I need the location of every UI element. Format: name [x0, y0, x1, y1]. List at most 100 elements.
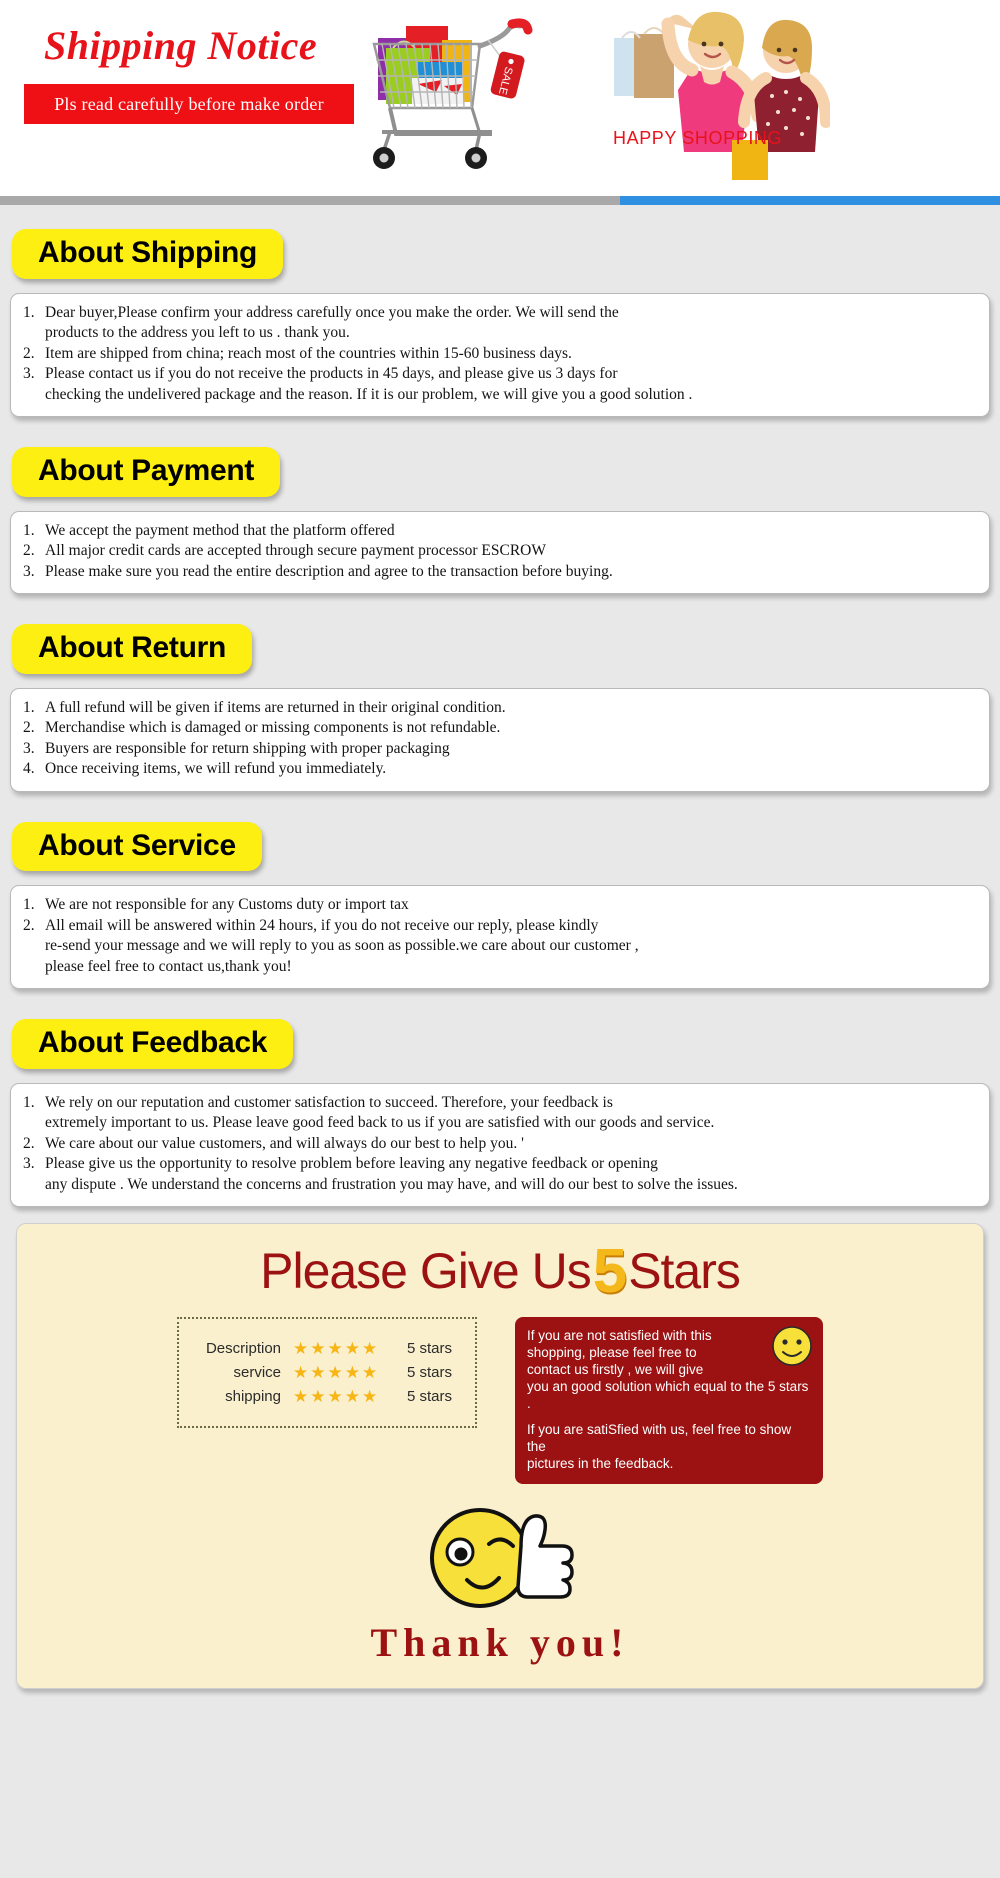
section-panel-payment: 1. We accept the payment method that the …: [10, 510, 990, 594]
list-item-text: All major credit cards are accepted thro…: [45, 542, 546, 559]
list-item-number: 2.: [23, 916, 35, 934]
list-item-text: We care about our value customers, and w…: [45, 1134, 524, 1152]
section-badge-label: About Service: [38, 828, 236, 862]
shipping-notice-page: Shipping Notice Pls read carefully befor…: [0, 0, 1000, 1707]
list-item: 3. Buyers are responsible for return ship…: [23, 739, 977, 760]
page-content: About Shipping 1. Dear buyer,Please confi…: [0, 205, 1000, 1707]
shoppers-illustration: [600, 0, 830, 180]
list-item-text: Buyers are responsible for return shippi…: [45, 739, 450, 757]
page-title: Shipping Notice: [44, 23, 318, 68]
section-panel-shipping: 1. Dear buyer,Please confirm your address…: [10, 292, 990, 417]
rating-value: 5 stars: [407, 1340, 453, 1357]
feedback-list: 1. We rely on our reputation and customer…: [23, 1093, 977, 1196]
thank-you-block: Thank you!: [17, 1500, 983, 1666]
headline-before-text: Please Give Us: [260, 1243, 592, 1299]
list-item-text: Merchandise which is damaged or missing …: [45, 719, 501, 736]
return-list: 1. A full refund will be given if items a…: [23, 698, 977, 780]
list-item-text: Once receiving items, we will refund you…: [45, 760, 387, 777]
rating-row-service: service ★★★★★ 5 stars: [189, 1364, 461, 1381]
read-carefully-banner: Pls read carefully before make order: [24, 84, 354, 124]
list-item-text: We are not responsible for any Customs d…: [45, 896, 409, 913]
list-item-number: 3.: [23, 562, 35, 580]
section-badge-feedback: About Feedback: [12, 1019, 294, 1069]
rating-row-shipping: shipping ★★★★★ 5 stars: [189, 1388, 461, 1405]
list-item-number: 1.: [23, 698, 35, 716]
section-badge-label: About Shipping: [38, 236, 258, 269]
list-item-text: All email will be answered within 24 hou…: [45, 916, 639, 975]
list-item-text: Please give us the opportunity to resolv…: [45, 1155, 738, 1193]
list-item: 4. Once receiving items, we will refund y…: [23, 759, 977, 780]
list-item: 2. All major credit cards are accepted th…: [23, 541, 977, 562]
header-blue-divider: [620, 196, 1000, 205]
thank-you-label: Thank you!: [370, 1620, 630, 1665]
section-about-service: About Service 1. We are not responsible f…: [0, 798, 1000, 989]
list-item: 3. Please contact us if you do not receiv…: [23, 364, 977, 405]
page-header: Shipping Notice Pls read carefully befor…: [0, 0, 1000, 205]
section-badge-label: About Payment: [38, 454, 255, 487]
section-badge-label: About Feedback: [38, 1026, 268, 1059]
star-rating-icon: ★★★★★: [293, 1387, 380, 1406]
star-rating-icon: ★★★★★: [293, 1363, 380, 1382]
list-item-number: 2.: [23, 344, 35, 362]
ratings-box: Description ★★★★★ 5 stars service ★★★★★ …: [177, 1317, 477, 1428]
section-about-feedback: About Feedback 1. We rely on our reputati…: [0, 995, 1000, 1207]
notice-paragraph-1: If you are not satisfied with this shopp…: [527, 1328, 809, 1411]
shopping-cart-icon: SALE: [372, 18, 533, 169]
list-item: 2. Merchandise which is damaged or missin…: [23, 718, 977, 739]
section-panel-feedback: 1. We rely on our reputation and customer…: [10, 1082, 990, 1207]
list-item-number: 4.: [23, 760, 35, 777]
five-stars-headline: Please Give Us5Stars: [17, 1241, 983, 1303]
list-item-text: We accept the payment method that the pl…: [45, 521, 395, 539]
list-item: 1. We rely on our reputation and customer…: [23, 1093, 977, 1134]
shopping-cart-illustration: SALE: [360, 4, 600, 179]
headline-number: 5: [592, 1237, 627, 1306]
list-item-number: 2.: [23, 1134, 35, 1152]
list-item-number: 2.: [23, 542, 35, 559]
rating-value: 5 stars: [407, 1388, 453, 1405]
rating-value: 5 stars: [407, 1364, 453, 1381]
rating-label: Description: [205, 1340, 281, 1357]
list-item: 2. All email will be answered within 24 h…: [23, 916, 977, 978]
notice-paragraph-2: If you are satiSfied with us, feel free …: [527, 1422, 792, 1471]
list-item-text: We rely on our reputation and customer s…: [45, 1093, 715, 1132]
page-footer-space: [0, 1689, 1000, 1707]
list-item: 1. We are not responsible for any Customs…: [23, 895, 977, 916]
list-item: 3. Please give us the opportunity to reso…: [23, 1154, 977, 1195]
section-badge-label: About Return: [38, 631, 227, 664]
list-item-number: 1.: [23, 521, 35, 539]
section-badge-service: About Service: [12, 821, 262, 871]
list-item-text: Please make sure you read the entire des…: [45, 562, 613, 580]
payment-list: 1. We accept the payment method that the …: [23, 521, 977, 583]
list-item: 1. A full refund will be given if items a…: [23, 698, 977, 719]
service-list: 1. We are not responsible for any Customs…: [23, 895, 977, 977]
section-panel-service: 1. We are not responsible for any Customs…: [10, 885, 990, 989]
star-rating-icon: ★★★★★: [293, 1339, 380, 1358]
section-about-shipping: About Shipping 1. Dear buyer,Please confi…: [0, 205, 1000, 417]
list-item-number: 3.: [23, 739, 35, 757]
list-item-number: 3.: [23, 365, 35, 382]
list-item-text: Item are shipped from china; reach most …: [45, 344, 572, 362]
section-about-payment: About Payment 1. We accept the payment me…: [0, 423, 1000, 594]
section-badge-shipping: About Shipping: [12, 229, 284, 279]
section-badge-return: About Return: [12, 624, 253, 674]
list-item-number: 2.: [23, 719, 35, 736]
list-item-number: 1.: [23, 303, 35, 321]
list-item-text: A full refund will be given if items are…: [45, 698, 506, 716]
five-stars-panel: Please Give Us5Stars Description ★★★★★ 5…: [16, 1223, 984, 1689]
ratings-and-notice-row: Description ★★★★★ 5 stars service ★★★★★ …: [17, 1317, 983, 1484]
list-item: 2. Item are shipped from china; reach mos…: [23, 344, 977, 365]
section-about-return: About Return 1. A full refund will be giv…: [0, 600, 1000, 792]
list-item: 2. We care about our value customers, and…: [23, 1134, 977, 1155]
satisfaction-notice-box: If you are not satisfied with this shopp…: [515, 1317, 823, 1484]
happy-shoppers-icon: [614, 11, 830, 180]
section-panel-return: 1. A full refund will be given if items a…: [10, 687, 990, 792]
section-badge-payment: About Payment: [12, 447, 281, 497]
list-item: 1. We accept the payment method that the …: [23, 521, 977, 542]
list-item-text: Please contact us if you do not receive …: [45, 365, 693, 403]
list-item-number: 3.: [23, 1155, 35, 1172]
list-item-number: 1.: [23, 896, 35, 913]
rating-row-description: Description ★★★★★ 5 stars: [189, 1340, 461, 1357]
shipping-list: 1. Dear buyer,Please confirm your address…: [23, 303, 977, 406]
rating-label: service: [233, 1364, 281, 1381]
list-item: 1. Dear buyer,Please confirm your address…: [23, 303, 977, 344]
